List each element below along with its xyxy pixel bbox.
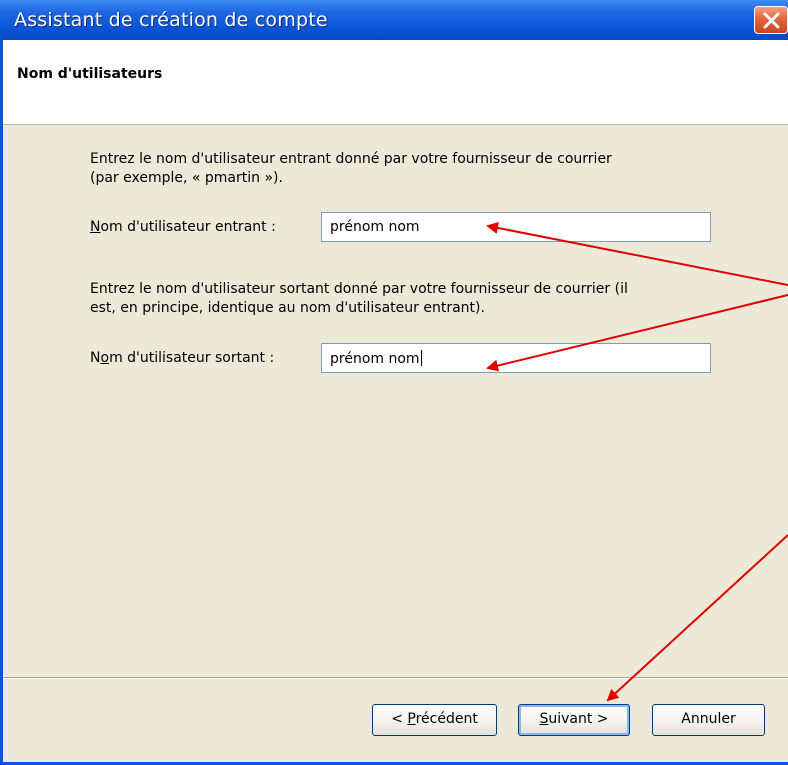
back-button-mnemonic: P [407, 711, 416, 727]
text-caret [420, 350, 422, 366]
outgoing-instructions-line2: est, en principe, identique au nom d'uti… [90, 300, 485, 316]
back-button[interactable]: < Précédent [372, 704, 497, 736]
outgoing-username-input[interactable]: prénom nom [321, 343, 711, 373]
close-button[interactable] [754, 6, 788, 34]
next-button[interactable]: Suivant > [518, 704, 630, 736]
close-icon [763, 12, 780, 29]
next-button-label: uivant > [548, 711, 609, 727]
outgoing-instructions: Entrez le nom d'utilisateur sortant donn… [90, 280, 628, 318]
page-title: Nom d'utilisateurs [17, 66, 163, 82]
title-bar: Assistant de création de compte [0, 0, 788, 40]
incoming-username-label: Nom d'utilisateur entrant : [90, 219, 276, 235]
cancel-button-label: Annuler [681, 711, 736, 727]
incoming-username-value: prénom nom [330, 219, 420, 235]
incoming-label-mnemonic: N [90, 219, 101, 235]
back-button-prefix: < [391, 711, 408, 727]
outgoing-label-prefix: N [90, 350, 101, 366]
incoming-username-input[interactable]: prénom nom [321, 212, 711, 242]
incoming-label-text: om d'utilisateur entrant : [100, 219, 276, 235]
incoming-instructions-line1: Entrez le nom d'utilisateur entrant donn… [90, 151, 612, 167]
incoming-instructions-line2: (par exemple, « pmartin »). [90, 170, 283, 186]
cancel-button[interactable]: Annuler [652, 704, 765, 736]
outgoing-label-text: m d'utilisateur sortant : [109, 350, 275, 366]
outgoing-instructions-line1: Entrez le nom d'utilisateur sortant donn… [90, 281, 628, 297]
outgoing-username-value: prénom nom [330, 351, 420, 367]
wizard-header [3, 40, 788, 125]
incoming-instructions: Entrez le nom d'utilisateur entrant donn… [90, 150, 612, 188]
wizard-content [3, 125, 788, 677]
back-button-label: récédent [415, 711, 478, 727]
outgoing-username-label: Nom d'utilisateur sortant : [90, 350, 274, 366]
window-title: Assistant de création de compte [14, 9, 328, 31]
outgoing-label-mnemonic: o [100, 350, 110, 366]
